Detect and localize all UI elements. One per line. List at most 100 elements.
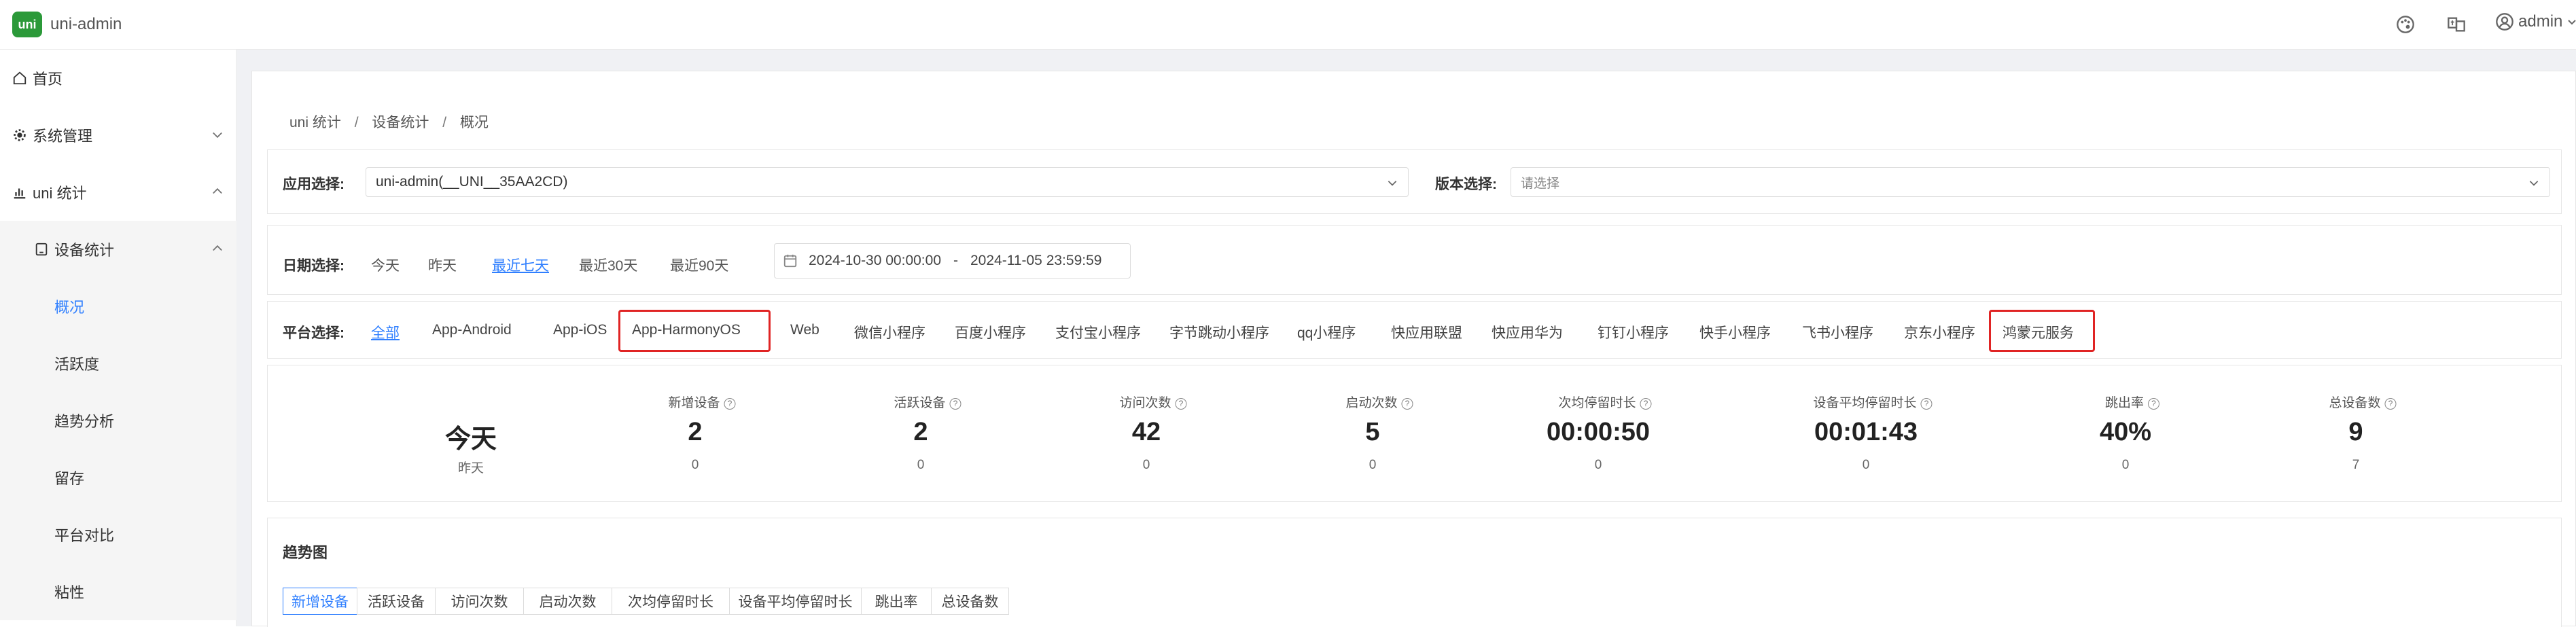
app-name[interactable]: uni-admin	[50, 15, 122, 34]
platform-filter-panel: 平台选择: 全部 App-Android App-iOS App-Harmony…	[267, 301, 2562, 359]
date-option-yesterday[interactable]: 昨天	[428, 255, 457, 275]
date-option-last90[interactable]: 最近90天	[670, 255, 728, 275]
help-icon[interactable]: ?	[1640, 398, 1652, 410]
platform-option-wechat[interactable]: 微信小程序	[854, 322, 925, 342]
tab-device-avg-stay[interactable]: 设备平均停留时长	[729, 588, 862, 615]
sidebar-item-stickiness[interactable]: 粘性	[0, 563, 236, 620]
breadcrumb-item[interactable]: uni 统计	[289, 115, 341, 130]
stat-value: 2	[688, 418, 703, 446]
help-icon[interactable]: ?	[949, 398, 961, 410]
sidebar-item-platform-compare[interactable]: 平台对比	[0, 506, 236, 563]
platform-option-all[interactable]: 全部	[371, 322, 400, 342]
date-range-end[interactable]: 2024-11-05 23:59:59	[970, 253, 1101, 269]
date-range-start[interactable]: 2024-10-30 00:00:00	[809, 253, 941, 269]
help-icon[interactable]: ?	[1401, 398, 1413, 410]
platform-option-harmony-meta[interactable]: 鸿蒙元服务	[2002, 322, 2074, 342]
stat-prev-value: 0	[2121, 458, 2130, 472]
stat-title: 活跃设备?	[894, 393, 961, 411]
stat-value: 00:01:43	[1814, 418, 1918, 446]
app-select[interactable]: uni-admin(__UNI__35AA2CD)	[366, 167, 1409, 197]
platform-option-app-ios[interactable]: App-iOS	[553, 322, 607, 338]
stat-prev-value: 0	[1369, 458, 1377, 472]
sidebar-item-retention[interactable]: 留存	[0, 449, 236, 506]
platform-option-feishu[interactable]: 飞书小程序	[1802, 322, 1873, 342]
breadcrumb-item: 概况	[459, 115, 489, 130]
platform-option-dingtalk[interactable]: 钉钉小程序	[1598, 322, 1669, 342]
stat-title: 次均停留时长?	[1558, 393, 1652, 411]
sidebar-item-device-stat[interactable]: 设备统计	[0, 221, 236, 278]
stat-title: 总设备数?	[2329, 393, 2397, 411]
tab-visits[interactable]: 访问次数	[435, 588, 524, 615]
help-icon[interactable]: ?	[724, 398, 736, 410]
help-icon[interactable]: ?	[2384, 398, 2397, 410]
stat-prev-value: 7	[2352, 458, 2360, 472]
sidebar-item-label: 粘性	[54, 584, 85, 601]
sidebar-item-overview[interactable]: 概况	[0, 278, 236, 335]
stat-value: 42	[1131, 418, 1161, 446]
help-icon[interactable]: ?	[2148, 398, 2160, 410]
sidebar-item-home[interactable]: 首页	[0, 50, 236, 107]
stats-panel: 今天 昨天 新增设备? 2 0 活跃设备? 2 0 访问次数? 42 0 启动次…	[267, 365, 2562, 502]
stat-value: 5	[1365, 418, 1380, 446]
chevron-down-icon	[2568, 20, 2576, 25]
app-filter-panel: 应用选择: uni-admin(__UNI__35AA2CD) 版本选择: 请选…	[267, 149, 2562, 214]
version-select-placeholder: 请选择	[1521, 176, 1560, 191]
gear-icon	[14, 129, 26, 141]
stat-value: 40%	[2099, 418, 2152, 446]
version-select[interactable]: 请选择	[1511, 167, 2550, 197]
platform-option-bytedance[interactable]: 字节跳动小程序	[1169, 322, 1269, 342]
platform-option-quickapp-huawei[interactable]: 快应用华为	[1492, 322, 1563, 342]
tab-avg-stay[interactable]: 次均停留时长	[612, 588, 730, 615]
stat-prev-value: 0	[1862, 458, 1870, 472]
tab-new-devices[interactable]: 新增设备	[283, 588, 357, 615]
sidebar-item-label: 概况	[54, 299, 85, 316]
sidebar: 首页 系统管理 uni 统计 设备统计 概况 活跃度 趋势分析 留存 平台对比 …	[0, 50, 236, 626]
platform-option-kuaishou[interactable]: 快手小程序	[1699, 322, 1771, 342]
date-option-today[interactable]: 今天	[371, 255, 400, 275]
platform-option-quickapp-union[interactable]: 快应用联盟	[1391, 322, 1462, 342]
stats-icon	[14, 188, 26, 199]
tab-bounce-rate[interactable]: 跳出率	[861, 588, 932, 615]
platform-option-app-android[interactable]: App-Android	[432, 322, 512, 338]
platform-option-web[interactable]: Web	[790, 322, 819, 338]
tab-active-devices[interactable]: 活跃设备	[357, 588, 436, 615]
breadcrumb-item[interactable]: 设备统计	[372, 115, 429, 130]
device-icon	[35, 243, 48, 256]
sidebar-item-label: 趋势分析	[54, 413, 115, 430]
date-option-last7[interactable]: 最近七天	[492, 255, 549, 275]
main-content: uni 统计 / 设备统计 / 概况 应用选择: uni-admin(__UNI…	[236, 50, 2576, 627]
sidebar-item-label: uni 统计	[33, 185, 87, 202]
platform-option-jd[interactable]: 京东小程序	[1904, 322, 1975, 342]
stat-value: 2	[913, 418, 928, 446]
stat-prev-value: 0	[1594, 458, 1602, 472]
stat-title: 设备平均停留时长?	[1813, 393, 1933, 411]
tab-total-devices[interactable]: 总设备数	[931, 588, 1009, 615]
home-icon	[13, 71, 27, 85]
stat-title: 访问次数?	[1119, 393, 1187, 411]
sidebar-item-trend[interactable]: 趋势分析	[0, 392, 236, 449]
top-bar: uni uni-admin admin	[0, 0, 2576, 50]
sidebar-item-uni-stat[interactable]: uni 统计	[0, 164, 236, 221]
stat-title: 启动次数?	[1345, 393, 1413, 411]
help-icon[interactable]: ?	[1175, 398, 1187, 410]
platform-option-baidu[interactable]: 百度小程序	[955, 322, 1026, 342]
platform-option-alipay[interactable]: 支付宝小程序	[1055, 322, 1141, 342]
app-logo[interactable]: uni	[12, 12, 42, 37]
sidebar-item-activity[interactable]: 活跃度	[0, 335, 236, 392]
user-menu[interactable]: admin	[2495, 12, 2576, 31]
sidebar-item-system[interactable]: 系统管理	[0, 107, 236, 164]
chevron-up-icon	[213, 187, 222, 194]
platform-option-app-harmonyos[interactable]: App-HarmonyOS	[632, 322, 741, 338]
trend-panel: 趋势图 新增设备 活跃设备 访问次数 启动次数 次均停留时长 设备平均停留时长 …	[267, 518, 2562, 627]
sidebar-item-label: 活跃度	[54, 356, 100, 373]
palette-icon[interactable]	[2396, 15, 2415, 34]
platform-option-qq[interactable]: qq小程序	[1297, 322, 1356, 342]
sidebar-item-label: 平台对比	[54, 527, 115, 544]
help-icon[interactable]: ?	[1920, 398, 1933, 410]
tab-launches[interactable]: 启动次数	[523, 588, 612, 615]
stat-prev-value: 0	[691, 458, 699, 472]
date-range-picker[interactable]: 2024-10-30 00:00:00 - 2024-11-05 23:59:5…	[774, 243, 1131, 279]
date-option-last30[interactable]: 最近30天	[579, 255, 637, 275]
language-icon[interactable]	[2447, 15, 2466, 34]
sidebar-item-label: 设备统计	[54, 242, 115, 259]
